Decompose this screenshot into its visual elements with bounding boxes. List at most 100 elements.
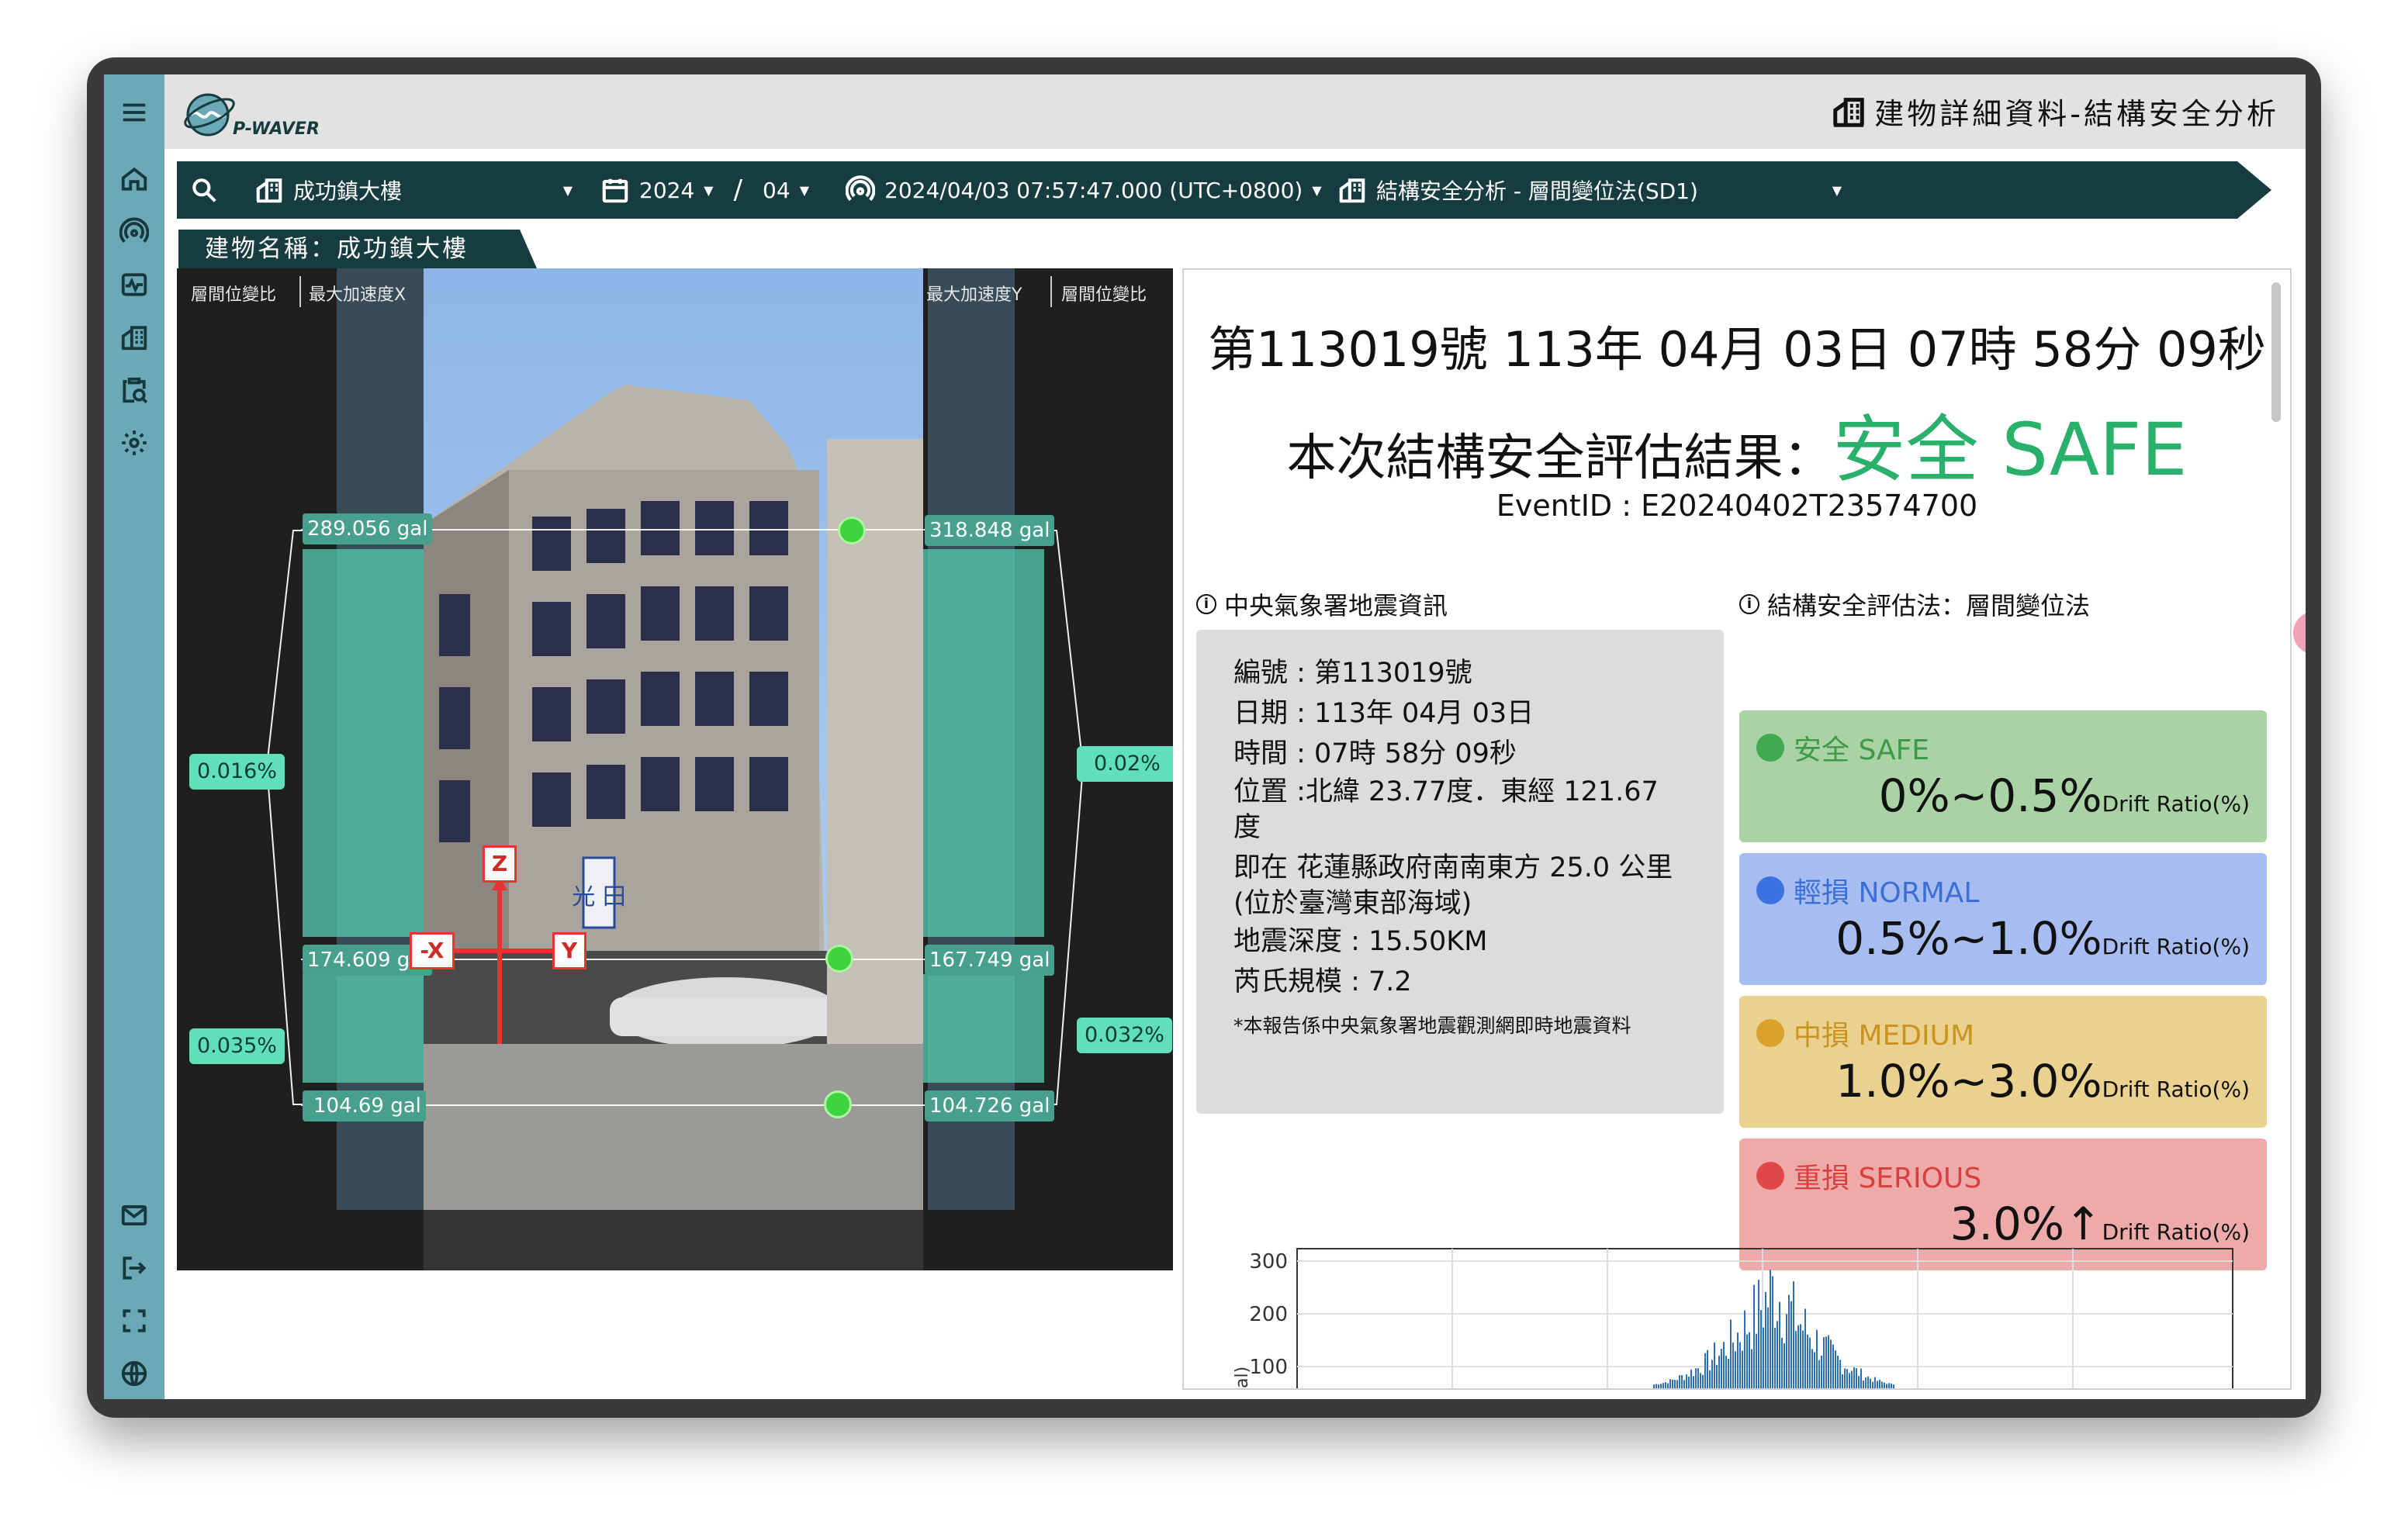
quake-relative-location: 即在 花蓮縣政府南南東方 25.0 公里 (位於臺灣東部海域) [1233, 852, 1673, 919]
building-diagram-panel: 光 田 層間位變比 最大加速度X 最大加速度Y 層間位變比 289.056 ga… [177, 268, 1173, 1270]
floor-node[interactable] [824, 1090, 852, 1118]
method-title: i 結構安全評估法：層間變位法 [1739, 586, 2090, 622]
date-separator: / [733, 175, 743, 206]
event-number-line: 第113019號 113年 04月 03日 07時 58分 09秒 [1208, 321, 2266, 378]
level-card: 安全 SAFE 0%~0.5%Drift Ratio(%) [1739, 710, 2267, 842]
month-value[interactable]: 04 [763, 178, 791, 203]
sensor-signal-icon[interactable] [115, 213, 154, 251]
waveform-icon[interactable] [115, 265, 154, 304]
drift-left-label: 0.035% [189, 1028, 285, 1064]
method-select[interactable]: 結構安全分析 - 層間變位法(SD1) ▼ [1337, 161, 1842, 219]
axis-x-label: -X [410, 932, 455, 969]
floor-node[interactable] [838, 517, 866, 544]
top-header: P-WAVER 建物詳細資料-結構安全分析 [164, 74, 2306, 149]
page-title-text: 建物詳細資料-結構安全分析 [1874, 97, 2279, 131]
menu-icon[interactable] [115, 93, 154, 132]
acc-x-label: 289.056 gal [303, 513, 433, 544]
level-name: 安全 SAFE [1794, 734, 1930, 766]
result-prefix: 本次結構安全評估結果： [1286, 430, 1833, 487]
quake-info-box: 編號 : 第113019號 日期 : 113年 04月 03日 時間 : 07時… [1196, 630, 1724, 1114]
level-dot-icon [1756, 1162, 1784, 1190]
event-time-value: 2024/04/03 07:57:47.000 (UTC+0800) [884, 177, 1303, 203]
search-button[interactable] [189, 161, 219, 219]
level-dot-icon [1756, 734, 1784, 762]
level-range: 0%~0.5%Drift Ratio(%) [1879, 769, 2250, 822]
gear-icon[interactable] [115, 423, 154, 462]
mail-icon[interactable] [115, 1196, 154, 1235]
quake-depth: 地震深度 : 15.50KM [1233, 926, 1488, 957]
year-value[interactable]: 2024 [639, 178, 694, 203]
level-dot-icon [1756, 876, 1784, 904]
level-range-value: 0%~0.5% [1878, 769, 2102, 822]
logout-icon[interactable] [115, 1249, 154, 1287]
level-card: 輕損 NORMAL 0.5%~1.0%Drift Ratio(%) [1739, 853, 2267, 985]
level-title: 安全 SAFE [1756, 727, 1929, 768]
date-select[interactable]: 2024 ▼ / 04 ▼ [600, 161, 809, 219]
report-panel: 第113019號 113年 04月 03日 07時 58分 09秒 本次結構安全… [1182, 268, 2292, 1390]
chevron-down-icon: ▼ [562, 182, 573, 198]
axis-z-label: Z [483, 845, 517, 883]
level-name: 中損 MEDIUM [1794, 1020, 1974, 1052]
chevron-down-icon: ▼ [1832, 182, 1842, 198]
acc-y-label: 167.749 gal [925, 945, 1055, 976]
method-title-text: 結構安全評估法：層間變位法 [1767, 591, 2091, 620]
acceleration-chart-svg: 300 200 100al) [1233, 1248, 2233, 1388]
chevron-down-icon: ▼ [799, 182, 809, 198]
level-range-value: 0.5%~1.0% [1835, 912, 2102, 965]
globe-icon[interactable] [115, 1354, 154, 1393]
page-title: 建物詳細資料-結構安全分析 [1831, 90, 2279, 133]
p-waver-logo[interactable]: P-WAVER [183, 85, 338, 140]
chevron-down-icon: ▼ [704, 182, 714, 198]
building-icon [256, 178, 282, 203]
quake-number: 編號 : 第113019號 [1233, 658, 1472, 689]
level-title: 輕損 NORMAL [1756, 870, 1979, 911]
level-name: 重損 SERIOUS [1794, 1163, 1982, 1194]
building-icon[interactable] [115, 318, 154, 357]
level-title: 重損 SERIOUS [1756, 1156, 1981, 1196]
result-line: 本次結構安全評估結果：安全 SAFE [1184, 391, 2290, 496]
y-tick-label: 100 [1249, 1356, 1288, 1379]
event-id: EventID : E20240402T23574700 [1496, 489, 1978, 523]
quake-location: 位置 :北緯 23.77度．東經 121.67 度 [1233, 776, 1659, 843]
chevron-down-icon: ▼ [1312, 182, 1322, 198]
y-tick-label: 300 [1249, 1250, 1288, 1274]
level-card: 中損 MEDIUM 1.0%~3.0%Drift Ratio(%) [1739, 996, 2267, 1128]
info-icon: i [1196, 594, 1216, 614]
level-name: 輕損 NORMAL [1794, 877, 1980, 909]
level-dot-icon [1756, 1019, 1784, 1047]
level-unit: Drift Ratio(%) [2102, 1077, 2250, 1102]
acc-y-label: 318.848 gal [925, 515, 1055, 546]
axis-y-label: Y [552, 932, 586, 969]
quake-date: 日期 : 113年 04月 03日 [1233, 698, 1534, 729]
acc-x-label: 104.69 gal [303, 1090, 426, 1121]
home-icon[interactable] [115, 160, 154, 199]
level-range: 0.5%~1.0%Drift Ratio(%) [1835, 912, 2250, 965]
event-time-select[interactable]: 2024/04/03 07:57:47.000 (UTC+0800) ▼ [846, 161, 1322, 219]
quake-info-title-text: 中央氣象署地震資訊 [1224, 591, 1448, 620]
side-handle[interactable] [2293, 611, 2306, 655]
building-select[interactable]: 成功鎮大樓 ▼ [254, 161, 573, 219]
logo-text: P-WAVER [233, 119, 320, 139]
drift-right-label: 0.032% [1077, 1018, 1172, 1053]
y-axis-label: al) [1233, 1367, 1252, 1388]
sidebar [104, 74, 164, 1399]
sensor-signal-icon [846, 175, 875, 202]
y-tick-label: 200 [1249, 1303, 1288, 1326]
building-icon [1339, 178, 1365, 203]
acc-y-label: 104.726 gal [925, 1090, 1055, 1121]
level-unit: Drift Ratio(%) [2102, 934, 2250, 959]
drift-right-label: 0.02% [1077, 746, 1173, 782]
quake-time: 時間 : 07時 58分 09秒 [1233, 738, 1517, 769]
building-select-value: 成功鎮大樓 [293, 178, 403, 204]
level-range-value: 1.0%~3.0% [1835, 1055, 2102, 1108]
level-title: 中損 MEDIUM [1756, 1013, 1974, 1053]
acceleration-chart: 300 200 100 al) [1196, 1236, 2267, 1388]
level-range: 1.0%~3.0%Drift Ratio(%) [1835, 1055, 2250, 1108]
info-icon: i [1739, 594, 1759, 614]
fullscreen-icon[interactable] [115, 1301, 154, 1340]
quake-note: *本報告係中央氣象署地震觀測網即時地震資料 [1233, 1014, 1631, 1037]
report-search-icon[interactable] [115, 371, 154, 410]
search-icon [192, 178, 216, 202]
floor-node[interactable] [825, 945, 853, 973]
building-name-tab: 建物名稱：成功鎮大樓 [178, 230, 537, 268]
